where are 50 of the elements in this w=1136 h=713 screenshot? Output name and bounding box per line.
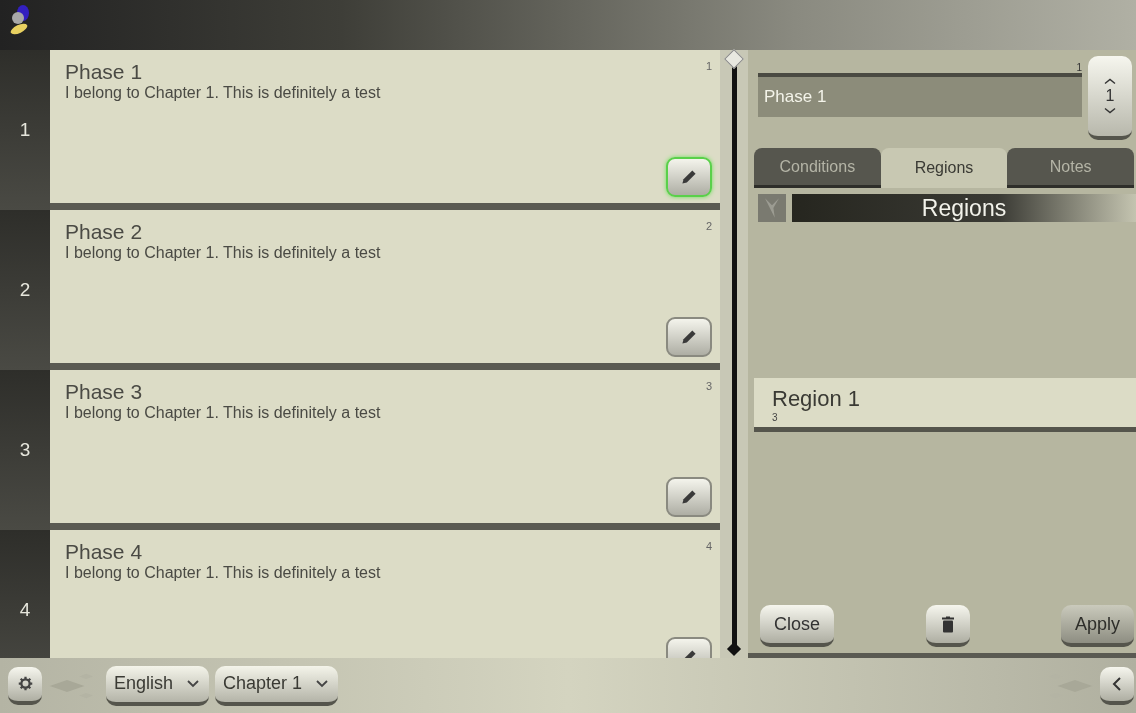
region-item[interactable]: Region 1 3 <box>754 378 1136 432</box>
dropdown-chevron-icon <box>316 679 329 688</box>
phase-title: Phase 4 <box>65 540 144 564</box>
phase-index: 2 <box>705 220 712 234</box>
row-number: 4 <box>19 599 31 621</box>
back-button[interactable] <box>1100 666 1134 705</box>
phase-title: Phase 2 <box>65 220 144 244</box>
region-name: Region 1 <box>772 386 862 412</box>
close-button[interactable]: Close <box>760 605 835 647</box>
settings-icon <box>17 676 33 691</box>
language-dropdown[interactable]: English <box>106 665 210 706</box>
tab[interactable]: Notes <box>1007 148 1134 188</box>
row-number: 2 <box>19 279 31 301</box>
order-spinner[interactable]: 1 <box>1088 56 1132 140</box>
phase-description: I belong to Chapter 1. This is definitely a test <box>65 244 382 262</box>
order-label: 1 <box>1076 62 1082 73</box>
phase-card[interactable]: Phase 2 I belong to Chapter 1. This is definitely a test 2 <box>50 210 720 370</box>
edit-button[interactable] <box>666 477 712 517</box>
section-header: Regions <box>792 194 1136 222</box>
tab[interactable]: Conditions <box>754 148 881 188</box>
scrollbar[interactable] <box>720 50 748 658</box>
phase-description: I belong to Chapter 1. This is definitely a test <box>65 564 382 582</box>
phase-title: Phase 1 <box>65 60 144 84</box>
region-count: 3 <box>772 412 779 423</box>
edit-button[interactable] <box>666 317 712 357</box>
edit-button[interactable] <box>666 157 712 197</box>
row-number: 1 <box>19 119 31 141</box>
phase-index: 1 <box>705 60 712 74</box>
phase-card[interactable]: Phase 4 I belong to Chapter 1. This is definitely a test 4 <box>50 530 720 658</box>
tab[interactable]: Regions <box>880 148 1008 188</box>
settings-button[interactable] <box>8 666 42 705</box>
phase-index: 3 <box>705 380 712 394</box>
down-chevron-icon <box>1104 107 1116 114</box>
delete-button[interactable] <box>925 605 970 647</box>
apply-button[interactable]: Apply <box>1060 605 1134 647</box>
phase-description: I belong to Chapter 1. This is definitely a test <box>65 404 382 422</box>
row-number: 3 <box>19 439 31 461</box>
app-logo-icon <box>8 4 32 36</box>
phase-description: I belong to Chapter 1. This is definitely a test <box>65 84 382 102</box>
dropdown-chevron-icon <box>187 679 200 688</box>
up-chevron-icon <box>1104 78 1116 85</box>
trash-icon <box>941 615 954 633</box>
phase-card[interactable]: Phase 3 I belong to Chapter 1. This is definitely a test 3 <box>50 370 720 530</box>
spinner-value: 1 <box>1105 87 1115 105</box>
phase-title: Phase 3 <box>65 380 144 404</box>
chapter-dropdown[interactable]: Chapter 1 <box>215 665 339 706</box>
phase-card[interactable]: Phase 1 I belong to Chapter 1. This is definitely a test 1 <box>50 50 720 210</box>
chevron-left-icon <box>1112 675 1122 692</box>
phase-index: 4 <box>705 540 712 554</box>
region-icon <box>758 194 786 222</box>
